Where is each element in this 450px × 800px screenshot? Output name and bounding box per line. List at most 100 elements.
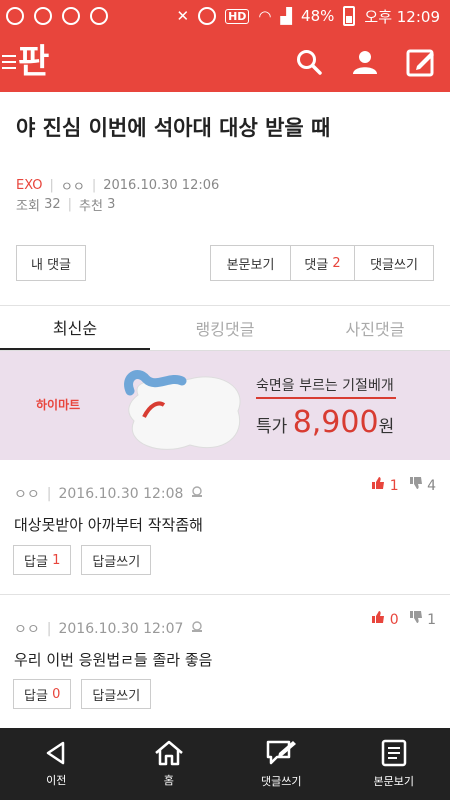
comment-text: 대상못받아 아까부터 작작좀해 xyxy=(14,516,203,534)
status-bar: ✕ HD ◠ ▟ 48% 오후 12:09 xyxy=(0,0,450,32)
comments-label: 댓글 xyxy=(304,257,329,273)
post-meta: EXO | ㅇㅇ | 2016.10.30 12:06 xyxy=(16,176,219,195)
post-stats: 조회 32 | 추천 3 xyxy=(16,195,115,214)
write-comment-button[interactable]: 댓글쓰기 xyxy=(354,245,434,281)
app-bar: 판 xyxy=(0,32,450,92)
ad-special-label: 특가 xyxy=(256,417,288,437)
write-reply-button[interactable]: 답글쓰기 xyxy=(81,545,152,575)
back-icon xyxy=(47,741,65,765)
write-comment-icon xyxy=(267,740,297,765)
comment-author: ㅇㅇ xyxy=(14,622,40,638)
nav-view-post-label: 본문보기 xyxy=(373,775,414,788)
comments-button[interactable]: 댓글 2 xyxy=(290,245,354,281)
my-comments-button[interactable]: 내 댓글 xyxy=(16,245,86,281)
battery-icon xyxy=(343,6,356,26)
user-icon[interactable] xyxy=(350,47,380,77)
comment-votes: 0 1 xyxy=(371,610,436,628)
comment-actions: 답글 0 답글쓰기 xyxy=(13,679,152,709)
nav-home[interactable]: 홈 xyxy=(113,728,226,800)
tab-latest[interactable]: 최신순 xyxy=(0,306,150,350)
ad-banner[interactable]: 하이마트 숙면을 부르는 기절베개 특가 8,900원 xyxy=(0,351,450,460)
nav-back-label: 이전 xyxy=(46,774,67,787)
divider: | xyxy=(67,197,72,212)
ad-price: 8,900 xyxy=(292,405,379,440)
reply-label: 답글 xyxy=(24,554,48,570)
comment-divider xyxy=(0,594,450,595)
comment-date: 2016.10.30 12:07 xyxy=(58,621,184,637)
tab-photo[interactable]: 사진댓글 xyxy=(300,306,450,350)
comment-actions: 답글 1 답글쓰기 xyxy=(13,545,152,575)
chat-icon xyxy=(6,7,24,25)
upvote-count: 0 xyxy=(389,612,399,628)
thumbs-up-icon xyxy=(372,477,385,489)
downvote-button[interactable]: 1 xyxy=(409,610,436,628)
report-icon[interactable] xyxy=(191,620,203,638)
post-author: ㅇㅇ xyxy=(60,180,85,195)
nav-home-label: 홈 xyxy=(163,774,174,787)
upvote-button[interactable]: 1 xyxy=(371,476,399,494)
comment-votes: 1 4 xyxy=(371,476,436,494)
ad-price-line: 특가 8,900원 xyxy=(256,405,394,440)
hd-icon: HD xyxy=(225,8,250,24)
comment-author: ㅇㅇ xyxy=(14,487,40,503)
report-icon[interactable] xyxy=(191,485,203,503)
ad-price-unit: 원 xyxy=(378,417,395,437)
nav-write-comment-label: 댓글쓰기 xyxy=(261,775,302,788)
signal-icon: ▟ xyxy=(280,7,293,25)
divider: | xyxy=(46,486,52,502)
recommend-count: 3 xyxy=(107,197,116,212)
search-icon[interactable] xyxy=(294,47,324,77)
views-label: 조회 xyxy=(16,199,40,214)
reply-button[interactable]: 답글 0 xyxy=(13,679,72,709)
divider: | xyxy=(46,621,52,637)
reply-count: 0 xyxy=(52,686,61,702)
downvote-count: 4 xyxy=(427,478,436,494)
comment-meta: ㅇㅇ | 2016.10.30 12:07 xyxy=(14,619,203,639)
post-action-group: 본문보기 댓글 2 댓글쓰기 xyxy=(210,245,434,281)
reply-button[interactable]: 답글 1 xyxy=(13,545,72,575)
comment-meta: ㅇㅇ | 2016.10.30 12:08 xyxy=(14,484,203,504)
comment-date: 2016.10.30 12:08 xyxy=(58,486,184,502)
divider: | xyxy=(91,178,97,193)
wifi-icon: ◠ xyxy=(258,7,272,25)
write-reply-button[interactable]: 답글쓰기 xyxy=(81,679,152,709)
ad-underline xyxy=(256,397,396,399)
view-post-button[interactable]: 본문보기 xyxy=(210,245,290,281)
comments-count: 2 xyxy=(332,255,341,271)
post-date: 2016.10.30 12:06 xyxy=(103,178,220,193)
ad-brand: 하이마트 xyxy=(36,398,81,412)
downvote-count: 1 xyxy=(427,612,436,628)
channel-link[interactable]: EXO xyxy=(16,178,43,193)
nav-view-post[interactable]: 본문보기 xyxy=(338,728,450,800)
alarm-icon xyxy=(198,7,217,25)
comment-tabs: 최신순 랭킹댓글 사진댓글 xyxy=(0,306,450,351)
reply-count: 1 xyxy=(52,552,61,568)
ad-headline: 숙면을 부르는 기절베개 xyxy=(256,378,394,394)
notification-icons xyxy=(6,7,108,25)
mute-icon: ✕ xyxy=(176,7,190,25)
battery-percent: 48% xyxy=(301,7,335,25)
sync-icon xyxy=(90,7,108,25)
tab-ranking[interactable]: 랭킹댓글 xyxy=(150,306,300,350)
thumbs-up-icon xyxy=(372,611,385,623)
post-title: 야 진심 이번에 석아대 대상 받을 때 xyxy=(16,116,331,140)
downvote-button[interactable]: 4 xyxy=(409,476,436,494)
home-icon xyxy=(154,740,183,766)
write-post-icon[interactable] xyxy=(406,47,436,77)
upvote-button[interactable]: 0 xyxy=(371,610,399,628)
document-icon xyxy=(381,739,406,767)
bottom-nav: 이전 홈 댓글쓰기 본문보기 xyxy=(0,728,450,800)
reply-label: 답글 xyxy=(24,688,48,704)
music-icon xyxy=(62,7,80,25)
recommend-label: 추천 xyxy=(79,199,103,214)
g-icon xyxy=(34,7,52,25)
pillow-image xyxy=(124,370,241,450)
nav-write-comment[interactable]: 댓글쓰기 xyxy=(225,728,338,800)
thumbs-down-icon xyxy=(409,477,422,489)
divider: | xyxy=(49,178,54,193)
menu-icon[interactable] xyxy=(2,55,16,69)
app-logo[interactable]: 판 xyxy=(18,45,49,79)
nav-back[interactable]: 이전 xyxy=(0,728,113,800)
system-status: ✕ HD ◠ ▟ 48% 오후 12:09 xyxy=(176,6,440,27)
thumbs-down-icon xyxy=(409,611,422,623)
